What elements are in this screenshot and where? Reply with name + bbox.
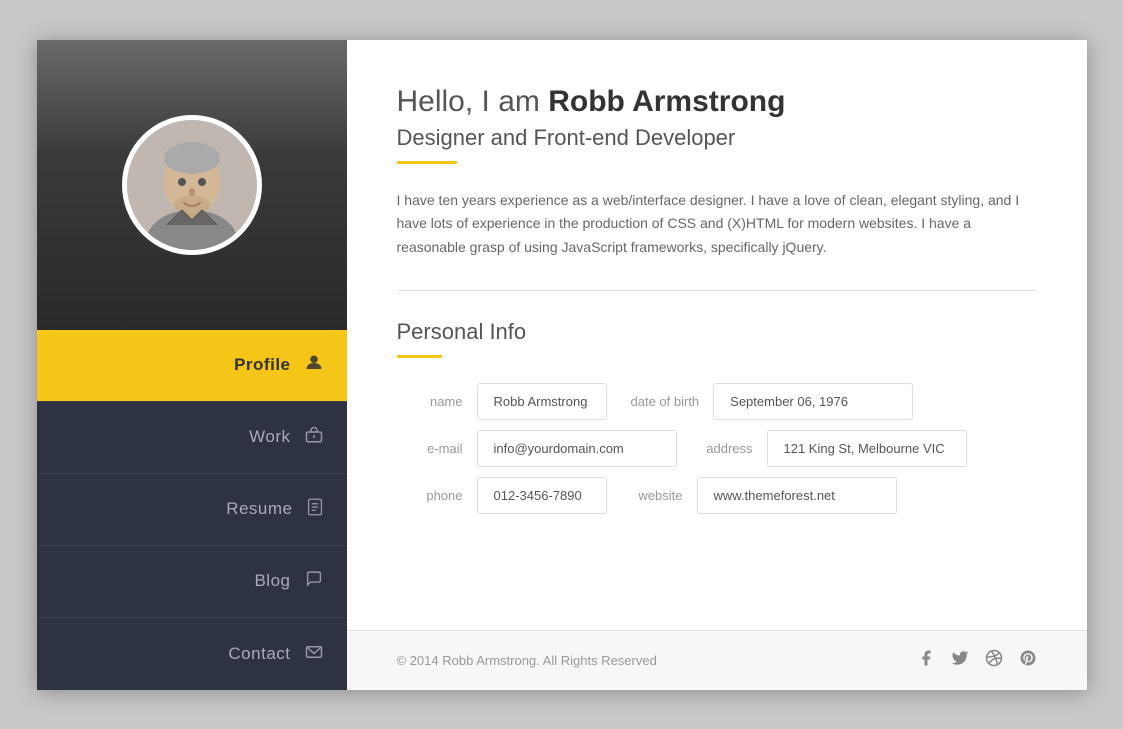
sidebar-item-resume[interactable]: Resume xyxy=(37,474,347,546)
info-row-2: e-mail info@yourdomain.com address 121 K… xyxy=(397,430,1037,467)
section-underline xyxy=(397,355,442,358)
address-cell: address 121 King St, Melbourne VIC xyxy=(687,430,967,467)
address-value: 121 King St, Melbourne VIC xyxy=(767,430,967,467)
name-cell: name Robb Armstrong xyxy=(397,383,607,420)
info-row-1: name Robb Armstrong date of birth Septem… xyxy=(397,383,1037,420)
avatar xyxy=(122,115,262,255)
contact-icon xyxy=(305,643,323,664)
nav-label-blog: Blog xyxy=(254,571,290,591)
nav-label-profile: Profile xyxy=(234,355,290,375)
website-label: website xyxy=(617,478,697,513)
name-value: Robb Armstrong xyxy=(477,383,607,420)
profile-icon xyxy=(305,354,323,377)
sidebar-item-profile[interactable]: Profile xyxy=(37,330,347,402)
sidebar-item-blog[interactable]: Blog xyxy=(37,546,347,618)
hero-title: Hello, I am Robb Armstrong xyxy=(397,85,1037,119)
resume-icon xyxy=(307,498,323,521)
email-cell: e-mail info@yourdomain.com xyxy=(397,430,677,467)
dob-value: September 06, 1976 xyxy=(713,383,913,420)
sidebar-item-contact[interactable]: Contact xyxy=(37,618,347,690)
phone-value: 012-3456-7890 xyxy=(477,477,607,514)
bio-text: I have ten years experience as a web/int… xyxy=(397,189,1037,260)
footer-copyright: © 2014 Robb Armstrong. All Rights Reserv… xyxy=(397,653,657,668)
facebook-icon[interactable] xyxy=(917,649,935,672)
info-grid: name Robb Armstrong date of birth Septem… xyxy=(397,383,1037,514)
avatar-image xyxy=(127,120,257,250)
email-label: e-mail xyxy=(397,431,477,466)
info-row-3: phone 012-3456-7890 website www.themefor… xyxy=(397,477,1037,514)
social-icons xyxy=(917,649,1037,672)
work-icon xyxy=(305,426,323,449)
dob-cell: date of birth September 06, 1976 xyxy=(617,383,914,420)
main-content: Hello, I am Robb Armstrong Designer and … xyxy=(347,40,1087,630)
personal-info-title: Personal Info xyxy=(397,319,1037,345)
dob-label: date of birth xyxy=(617,384,714,419)
nav-label-contact: Contact xyxy=(228,644,290,664)
app-container: Profile Work Resume Blog xyxy=(37,40,1087,690)
dribbble-icon[interactable] xyxy=(985,649,1003,672)
website-cell: website www.themeforest.net xyxy=(617,477,897,514)
hero-greeting: Hello, I am xyxy=(397,85,549,118)
hero-name: Robb Armstrong xyxy=(548,85,785,118)
main-panel: Hello, I am Robb Armstrong Designer and … xyxy=(347,40,1087,690)
twitter-icon[interactable] xyxy=(951,649,969,672)
sidebar: Profile Work Resume Blog xyxy=(37,40,347,690)
main-footer: © 2014 Robb Armstrong. All Rights Reserv… xyxy=(347,630,1087,690)
hero-underline xyxy=(397,161,457,164)
address-label: address xyxy=(687,431,767,466)
phone-cell: phone 012-3456-7890 xyxy=(397,477,607,514)
name-label: name xyxy=(397,384,477,419)
nav-label-resume: Resume xyxy=(226,499,292,519)
phone-label: phone xyxy=(397,478,477,513)
website-value: www.themeforest.net xyxy=(697,477,897,514)
pinterest-icon[interactable] xyxy=(1019,649,1037,672)
nav-label-work: Work xyxy=(249,427,290,447)
section-divider xyxy=(397,290,1037,291)
email-value: info@yourdomain.com xyxy=(477,430,677,467)
blog-icon xyxy=(305,570,323,592)
sidebar-photo-area xyxy=(37,40,347,330)
sidebar-item-work[interactable]: Work xyxy=(37,402,347,474)
hero-subtitle: Designer and Front-end Developer xyxy=(397,125,1037,151)
